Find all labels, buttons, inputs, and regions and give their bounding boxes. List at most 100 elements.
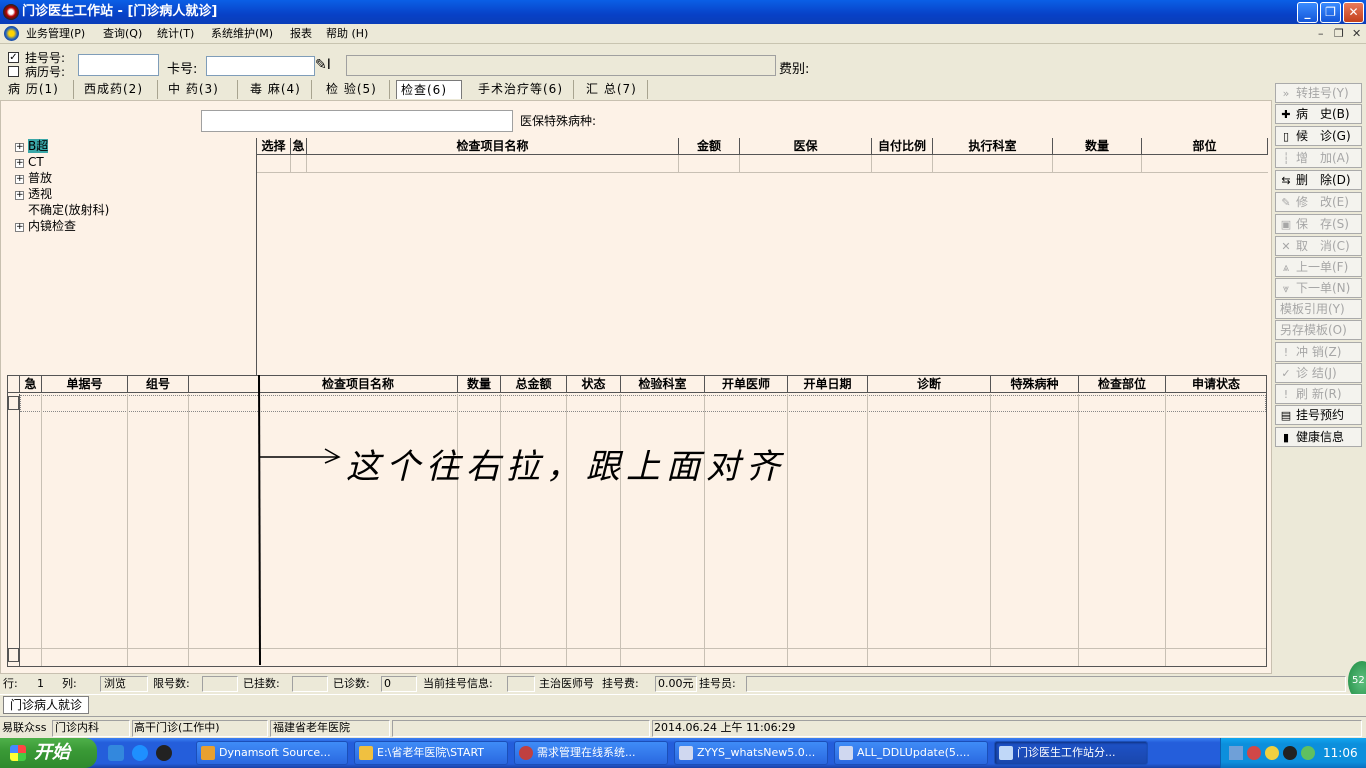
col-select[interactable]: 选择 xyxy=(257,138,291,155)
tray-app-icon[interactable] xyxy=(1247,746,1261,760)
taskbar-item-clinic-app[interactable]: 门诊医生工作站分... xyxy=(994,741,1148,765)
doctor-label: 主治医师号 xyxy=(539,677,594,690)
action-button-12[interactable]: ! 冲 销(Z) xyxy=(1275,342,1362,362)
action-button-label: 诊 结(J) xyxy=(1296,366,1337,380)
col-insurance[interactable]: 医保 xyxy=(740,138,872,155)
cancel-icon: ✕ xyxy=(1281,240,1291,253)
taskbar-item-ddlupdate[interactable]: ALL_DDLUpdate(5.... xyxy=(834,741,988,765)
tab-medical-record[interactable]: 病 历(1) xyxy=(4,80,74,99)
qq-icon[interactable] xyxy=(156,745,172,761)
action-button-16[interactable]: ▮ 健康信息 xyxy=(1275,427,1362,447)
close-button[interactable]: ✕ xyxy=(1343,2,1364,23)
col-request-status[interactable]: 申请状态 xyxy=(1166,376,1267,393)
action-button-10[interactable]: 模板引用(Y) xyxy=(1275,299,1362,319)
tab-examination[interactable]: 检查(6) xyxy=(396,80,462,99)
ie-icon[interactable] xyxy=(132,745,148,761)
col-quantity[interactable]: 数量 xyxy=(1053,138,1142,155)
col-body-part[interactable]: 部位 xyxy=(1142,138,1268,155)
action-button-9[interactable]: ⩔ 下一单(N) xyxy=(1275,278,1362,298)
tray-app-icon[interactable] xyxy=(1283,746,1297,760)
mdi-restore-button[interactable]: ❐ xyxy=(1334,27,1344,40)
registered-label: 已挂数: xyxy=(243,677,280,690)
card-reader-button[interactable]: ✎I xyxy=(315,55,343,75)
col-item-name[interactable]: 检查项目名称 xyxy=(307,138,679,155)
menu-query[interactable]: 查询(Q) xyxy=(103,26,142,42)
col-doc-no[interactable]: 单据号 xyxy=(42,376,128,393)
action-button-8[interactable]: ⩓ 上一单(F) xyxy=(1275,257,1362,277)
col-urgent[interactable]: 急 xyxy=(20,376,42,393)
tree-node-fluoroscopy[interactable]: + 透视 xyxy=(15,186,52,202)
action-button-13[interactable]: ✓ 诊 结(J) xyxy=(1275,363,1362,383)
row-label: 行: xyxy=(3,677,18,690)
taskbar-item-folder[interactable]: E:\省老年医院\START xyxy=(354,741,508,765)
tray-app-icon[interactable] xyxy=(1301,746,1315,760)
network-icon[interactable] xyxy=(1229,746,1243,760)
mdi-close-button[interactable]: ✕ xyxy=(1352,27,1361,40)
special-disease-input[interactable] xyxy=(201,110,513,132)
qq-tray-icon[interactable] xyxy=(1265,746,1279,760)
tab-narcotics[interactable]: 毒 麻(4) xyxy=(246,80,312,99)
maximize-button[interactable]: ❐ xyxy=(1320,2,1341,23)
col-self-pay[interactable]: 自付比例 xyxy=(872,138,933,155)
card-no-input[interactable] xyxy=(206,56,315,76)
mdi-minimize-button[interactable]: – xyxy=(1318,27,1324,40)
title-bar[interactable]: 门诊医生工作站 - [门诊病人就诊] _ ❐ ✕ xyxy=(0,0,1366,24)
record-no-checkbox[interactable] xyxy=(8,66,19,77)
action-button-11[interactable]: 另存模板(O) xyxy=(1275,320,1362,340)
tab-surgery[interactable]: 手术治疗等(6) xyxy=(474,80,574,99)
action-button-14[interactable]: ! 刷 新(R) xyxy=(1275,384,1362,404)
tree-node-ct[interactable]: + CT xyxy=(15,154,44,170)
expand-icon[interactable]: + xyxy=(15,143,24,152)
windows-logo-icon xyxy=(10,745,26,761)
expand-icon[interactable]: + xyxy=(15,175,24,184)
mdi-tab-patient-visit[interactable]: 门诊病人就诊 xyxy=(3,696,90,714)
taskbar-item-requirements[interactable]: 需求管理在线系统... xyxy=(514,741,668,765)
col-exam-part[interactable]: 检查部位 xyxy=(1079,376,1166,393)
start-button[interactable]: 开始 xyxy=(0,738,97,768)
clock[interactable]: 11:06 xyxy=(1323,746,1358,760)
quicklaunch-icon[interactable] xyxy=(108,745,124,761)
action-button-3[interactable]: ┆ 增 加(A) xyxy=(1275,148,1362,168)
reg-no-input[interactable] xyxy=(78,54,159,76)
action-button-6[interactable]: ▣ 保 存(S) xyxy=(1275,214,1362,234)
status-bar: 行: 1 列: 浏览 限号数: 已挂数: 已诊数: 0 当前挂号信息: 主治医师… xyxy=(0,674,1366,694)
action-button-label: 候 诊(G) xyxy=(1296,129,1351,143)
action-button-1[interactable]: ✚ 病 史(B) xyxy=(1275,104,1362,124)
action-button-0[interactable]: » 转挂号(Y) xyxy=(1275,83,1362,103)
col-exec-dept[interactable]: 执行科室 xyxy=(933,138,1053,155)
footer-dept: 门诊内科 xyxy=(55,721,99,734)
action-button-5[interactable]: ✎ 修 改(E) xyxy=(1275,192,1362,212)
table-row[interactable] xyxy=(257,155,1268,173)
tab-lab-test[interactable]: 检 验(5) xyxy=(322,80,390,99)
menu-report[interactable]: 报表 xyxy=(290,26,312,42)
action-button-2[interactable]: ▯ 候 诊(G) xyxy=(1275,126,1362,146)
action-button-4[interactable]: ⇆ 删 除(D) xyxy=(1275,170,1362,190)
tree-node-xray[interactable]: + 普放 xyxy=(15,170,52,186)
menu-stats[interactable]: 统计(T) xyxy=(157,26,194,42)
menu-sysmaint[interactable]: 系统维护(M) xyxy=(211,26,273,42)
action-button-15[interactable]: ▤ 挂号预约 xyxy=(1275,405,1362,425)
book-icon: ▤ xyxy=(1280,409,1292,422)
expand-icon[interactable]: + xyxy=(15,191,24,200)
tree-node-undetermined[interactable]: 不确定(放射科) xyxy=(28,202,109,218)
menu-help[interactable]: 帮助 (H) xyxy=(326,26,368,42)
action-button-7[interactable]: ✕ 取 消(C) xyxy=(1275,236,1362,256)
reg-no-checkbox[interactable]: ✓ xyxy=(8,52,19,63)
health-card-icon: ▮ xyxy=(1282,431,1290,444)
tree-node-bultrasound[interactable]: + B超 xyxy=(15,138,49,154)
window-title: 门诊医生工作站 - [门诊病人就诊] xyxy=(22,4,218,19)
menu-business[interactable]: 业务管理(P) xyxy=(26,26,85,42)
taskbar-item-whatsnew[interactable]: ZYYS_whatsNew5.0... xyxy=(674,741,828,765)
col-urgent[interactable]: 急 xyxy=(291,138,307,155)
taskbar-item-dynamsoft[interactable]: Dynamsoft Source... xyxy=(196,741,348,765)
tree-node-endoscopy[interactable]: + 内镜检查 xyxy=(15,218,76,234)
tab-summary[interactable]: 汇 总(7) xyxy=(582,80,648,99)
tab-chinese-medicine[interactable]: 中 药(3) xyxy=(164,80,238,99)
expand-icon[interactable]: + xyxy=(15,159,24,168)
tab-western-medicine[interactable]: 西成药(2) xyxy=(80,80,158,99)
expand-icon[interactable]: + xyxy=(15,223,24,232)
minimize-button[interactable]: _ xyxy=(1297,2,1318,23)
col-group-no[interactable]: 组号 xyxy=(128,376,189,393)
col-special-disease[interactable]: 特殊病种 xyxy=(991,376,1079,393)
col-amount[interactable]: 金额 xyxy=(679,138,740,155)
